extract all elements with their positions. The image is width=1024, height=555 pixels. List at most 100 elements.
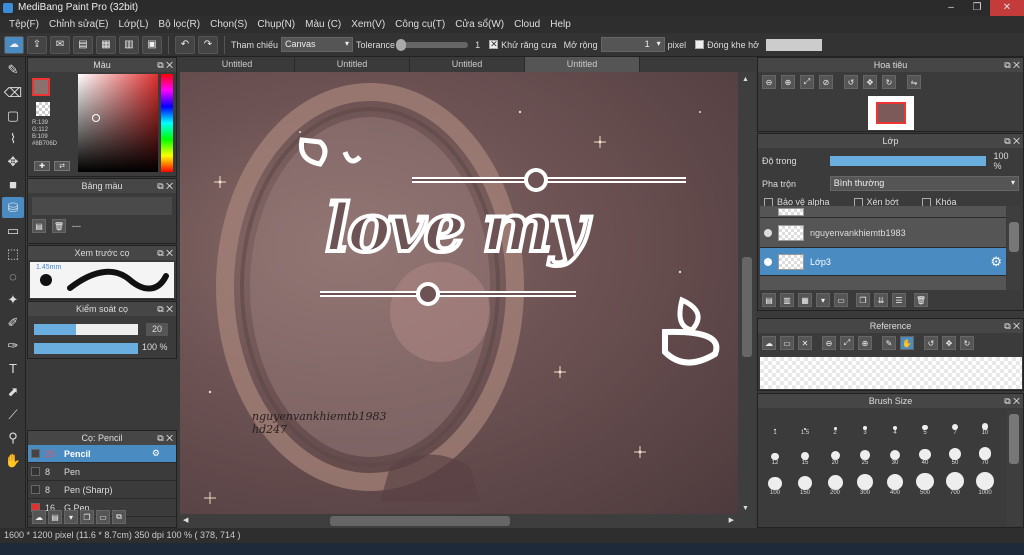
brush-size-option[interactable]: 3 xyxy=(850,412,880,436)
magic-wand-tool-icon[interactable]: ✦ xyxy=(2,289,24,310)
move-tool-icon[interactable]: ✥ xyxy=(2,151,24,172)
divide-tool-icon[interactable]: ⟋ xyxy=(2,404,24,425)
dot-tool-icon[interactable]: ▢ xyxy=(2,105,24,126)
main-color-swatch[interactable] xyxy=(32,78,50,96)
duplicate-icon[interactable]: ⧉ xyxy=(112,510,126,524)
brush-size-option[interactable]: 40 xyxy=(910,442,940,466)
panel-controls-icon[interactable]: ⧉ ✕ xyxy=(157,302,173,316)
brush-size-option[interactable]: 1 xyxy=(760,412,790,436)
duplicate-layer-icon[interactable]: ❐ xyxy=(856,293,870,307)
menu-layer[interactable]: Lớp(L) xyxy=(114,16,154,33)
new-folder-icon[interactable]: ▭ xyxy=(834,293,848,307)
new-8bit-layer-icon[interactable]: ▦ xyxy=(798,293,812,307)
tab-untitled-1[interactable]: Untitled xyxy=(180,57,295,72)
menu-select[interactable]: Chọn(S) xyxy=(205,16,252,33)
panel-controls-icon[interactable]: ⧉ ✕ xyxy=(157,246,173,260)
brush-size-option[interactable]: 100 xyxy=(760,472,790,496)
brush-size-scroll-thumb[interactable] xyxy=(1009,414,1019,464)
zoom-out-icon[interactable]: ⊖ xyxy=(762,75,776,89)
brush-size-option[interactable]: 400 xyxy=(880,472,910,496)
rotate-reset-icon[interactable]: ✥ xyxy=(863,75,877,89)
cloud-open-icon[interactable]: ☁ xyxy=(762,336,776,350)
hand-icon[interactable]: ✋ xyxy=(900,336,914,350)
select-rect-tool-icon[interactable]: ⬚ xyxy=(2,243,24,264)
menu-color[interactable]: Màu (C) xyxy=(300,16,346,33)
brush-size-option[interactable]: 1.5 xyxy=(790,412,820,436)
saturation-value-picker[interactable] xyxy=(78,74,158,172)
layer-row[interactable]: nguyenvankhiemtb1983 xyxy=(760,218,1006,248)
brush-size-option[interactable]: 500 xyxy=(910,472,940,496)
gear-icon[interactable]: ⚙ xyxy=(990,254,1002,270)
brush-size-option[interactable]: 2 xyxy=(820,412,850,436)
panel-controls-icon[interactable]: ⧉ ✕ xyxy=(1004,319,1020,333)
rotate-left-icon[interactable]: ↺ xyxy=(924,336,938,350)
brush-size-option[interactable]: 50 xyxy=(940,442,970,466)
minimize-icon[interactable]: – xyxy=(938,0,964,16)
text-tool-icon[interactable]: T xyxy=(2,358,24,379)
vertical-scrollbar[interactable]: ▲ ▼ xyxy=(738,72,756,514)
menu-edit[interactable]: Chỉnh sửa(E) xyxy=(44,16,114,33)
brush-size-option[interactable]: 30 xyxy=(880,442,910,466)
select-eraser-tool-icon[interactable]: ✑ xyxy=(2,335,24,356)
eye-icon[interactable] xyxy=(764,257,772,266)
scroll-right-icon[interactable]: ▶ xyxy=(729,516,734,524)
new-halftone-layer-icon[interactable]: ▥ xyxy=(780,293,794,307)
brush-opacity-bar[interactable] xyxy=(34,343,138,354)
brush-tool-icon[interactable]: ✎ xyxy=(2,59,24,80)
panel-controls-icon[interactable]: ⧉ ✕ xyxy=(157,58,173,72)
zoom-in-icon[interactable]: ⊕ xyxy=(781,75,795,89)
tab-untitled-3[interactable]: Untitled xyxy=(410,57,525,72)
menu-snap[interactable]: Chụp(N) xyxy=(252,16,300,33)
brush-size-bar[interactable] xyxy=(34,324,138,335)
brush-size-option[interactable]: 20 xyxy=(820,442,850,466)
hand-tool-icon[interactable]: ✋ xyxy=(2,450,24,471)
sub-color-swatch[interactable] xyxy=(36,102,50,116)
menu-tools[interactable]: Công cụ(T) xyxy=(390,16,450,33)
brush-size-option[interactable]: 10 xyxy=(970,412,1000,436)
swap-color-icon[interactable]: ⇄ xyxy=(54,161,70,171)
menu-help[interactable]: Help xyxy=(545,16,576,33)
menu-view[interactable]: Xem(V) xyxy=(346,16,390,33)
layer-settings-icon[interactable]: ☰ xyxy=(892,293,906,307)
flip-icon[interactable]: ⇋ xyxy=(907,75,921,89)
undo-icon[interactable]: ↶ xyxy=(175,35,195,54)
canvas-image[interactable]: love my nguyenvankhiemtb1983 hd247 xyxy=(180,72,738,514)
brush-size-option[interactable]: 5 xyxy=(910,412,940,436)
curve-tool-icon[interactable]: ⌇ xyxy=(2,128,24,149)
horizontal-scroll-thumb[interactable] xyxy=(330,516,510,526)
zoom-reset-icon[interactable]: ⊘ xyxy=(819,75,833,89)
restore-icon[interactable]: ❐ xyxy=(964,0,990,16)
palette-area[interactable] xyxy=(32,197,172,215)
brush-size-option[interactable]: 300 xyxy=(850,472,880,496)
folder-icon[interactable]: ▭ xyxy=(96,510,110,524)
document-icon[interactable]: ▤ xyxy=(73,35,93,54)
frame-icon[interactable]: ▣ xyxy=(142,35,162,54)
fill-rect-tool-icon[interactable]: ■ xyxy=(2,174,24,195)
brush-size-option[interactable]: 15 xyxy=(790,442,820,466)
scroll-up-icon[interactable]: ▲ xyxy=(742,76,749,83)
select-pen-tool-icon[interactable]: ✐ xyxy=(2,312,24,333)
menu-filter[interactable]: Bộ lọc(R) xyxy=(153,16,205,33)
brush-size-option[interactable]: 700 xyxy=(940,472,970,496)
navigator-preview[interactable] xyxy=(868,96,914,130)
brush-size-option[interactable]: 200 xyxy=(820,472,850,496)
rotate-reset-icon[interactable]: ✥ xyxy=(942,336,956,350)
open-file-icon[interactable]: ▭ xyxy=(780,336,794,350)
delete-palette-icon[interactable]: 🗑 xyxy=(52,219,66,233)
rotate-right-icon[interactable]: ↻ xyxy=(960,336,974,350)
add-palette-icon[interactable]: ▤ xyxy=(32,219,46,233)
tab-untitled-2[interactable]: Untitled xyxy=(295,57,410,72)
fit-icon[interactable]: ⤢ xyxy=(800,75,814,89)
zoom-in-icon[interactable]: ⊕ xyxy=(858,336,872,350)
zoom-out-icon[interactable]: ⊖ xyxy=(822,336,836,350)
tab-untitled-4[interactable]: Untitled xyxy=(525,57,640,72)
cloud-icon[interactable]: ☁ xyxy=(4,35,24,54)
panel-controls-icon[interactable]: ⧉ ✕ xyxy=(157,431,173,445)
tolerance-slider[interactable] xyxy=(396,38,469,51)
new-layer-icon[interactable]: ▤ xyxy=(762,293,776,307)
brush-size-scrollbar[interactable] xyxy=(1007,410,1021,526)
gap-close-checkbox[interactable] xyxy=(695,40,705,49)
panel-icon[interactable]: ▥ xyxy=(119,35,139,54)
expand-input[interactable]: 1 xyxy=(600,37,665,52)
eyedropper-icon[interactable]: ✎ xyxy=(882,336,896,350)
